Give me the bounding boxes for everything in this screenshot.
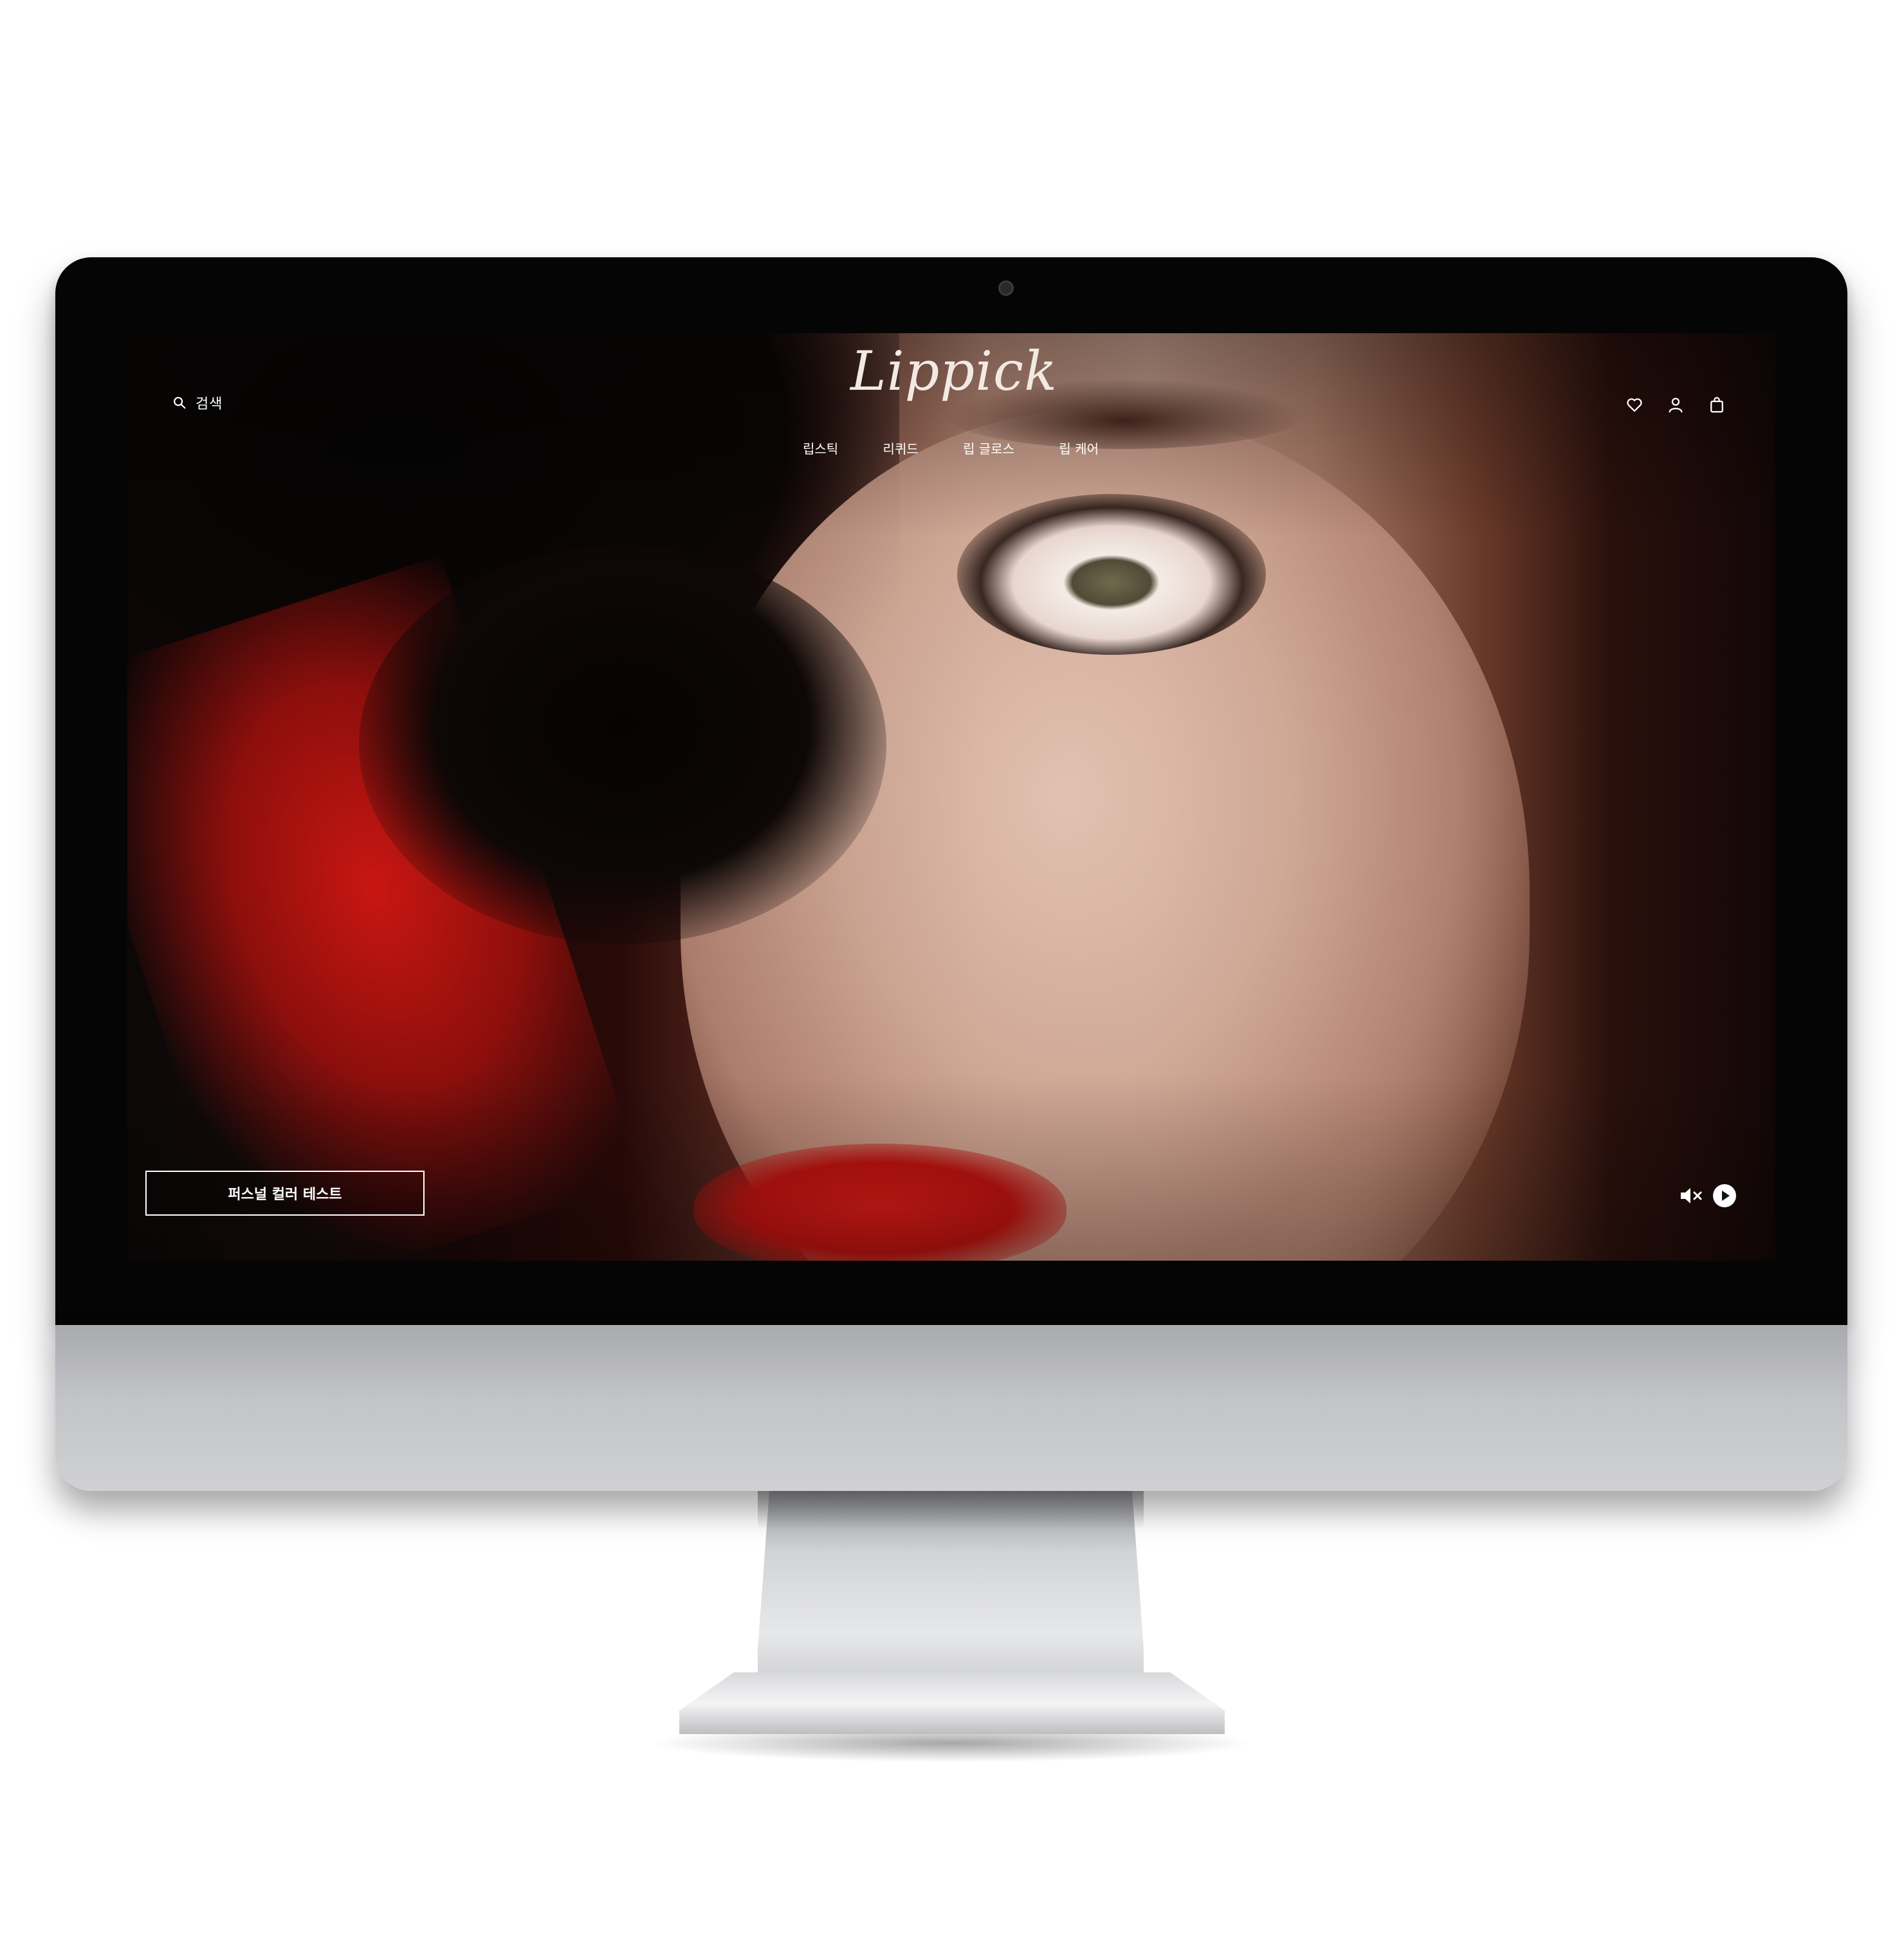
hero-video bbox=[127, 333, 1775, 1261]
search-label: 검색 bbox=[196, 396, 223, 412]
personal-color-test-button[interactable]: 퍼스널 컬러 테스트 bbox=[145, 1171, 425, 1216]
search-button[interactable]: 검색 bbox=[172, 392, 223, 413]
main-nav: 립스틱 리퀴드 립 글로스 립 케어 bbox=[803, 439, 1099, 457]
header-actions bbox=[1625, 395, 1726, 414]
video-controls bbox=[1679, 1184, 1737, 1208]
nav-item-lip-care[interactable]: 립 케어 bbox=[1059, 439, 1099, 457]
nav-item-lip-gloss[interactable]: 립 글로스 bbox=[963, 439, 1014, 457]
user-icon[interactable] bbox=[1666, 395, 1685, 414]
website-screen: 검색 Lippick 립스틱 리퀴드 립 글로스 립 케어 퍼스널 컬러 테스트 bbox=[127, 333, 1775, 1261]
hero-vignette bbox=[127, 333, 1775, 1261]
search-icon bbox=[174, 397, 186, 409]
monitor-base bbox=[679, 1672, 1225, 1734]
mute-icon[interactable] bbox=[1679, 1185, 1705, 1206]
monitor-chin bbox=[55, 1325, 1847, 1491]
stand-shadow bbox=[758, 1491, 1144, 1530]
webcam bbox=[998, 280, 1014, 296]
imac-monitor: 검색 Lippick 립스틱 리퀴드 립 글로스 립 케어 퍼스널 컬러 테스트 bbox=[55, 257, 1847, 1325]
play-icon[interactable] bbox=[1712, 1184, 1737, 1208]
heart-icon[interactable] bbox=[1625, 395, 1644, 414]
shopping-bag-icon[interactable] bbox=[1707, 395, 1726, 414]
brand-logo[interactable]: Lippick bbox=[812, 340, 1095, 403]
nav-item-lipstick[interactable]: 립스틱 bbox=[803, 439, 838, 457]
nav-item-liquid[interactable]: 리퀴드 bbox=[883, 439, 919, 457]
